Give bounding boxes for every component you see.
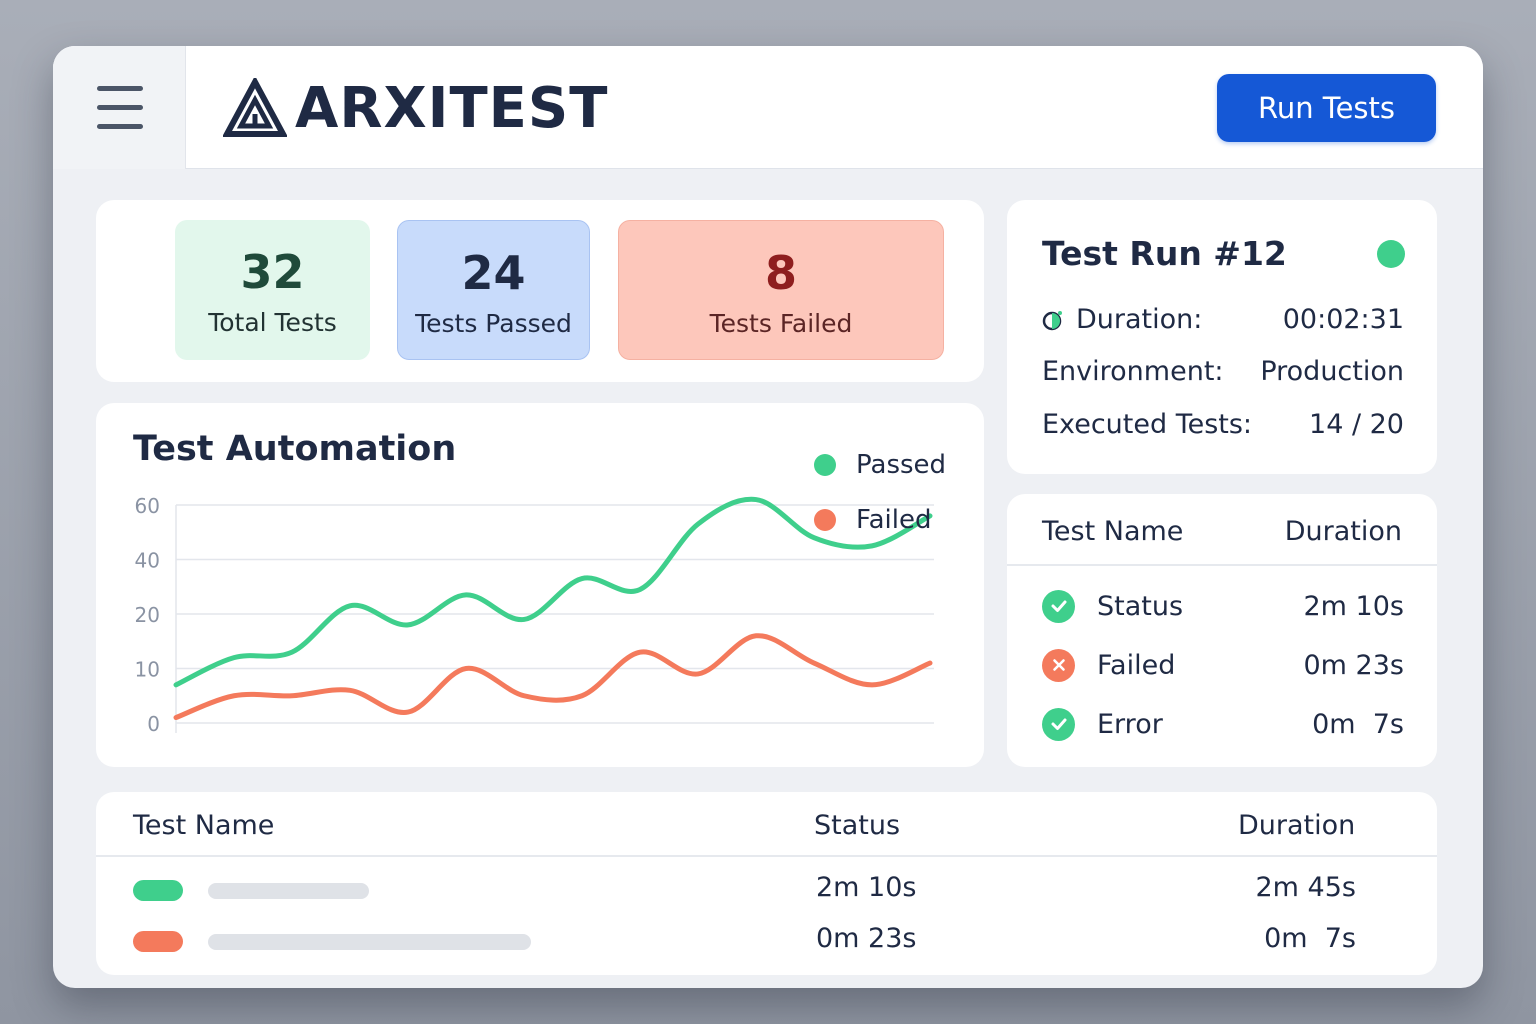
list-item[interactable]: Error 0m 7s: [1042, 704, 1404, 744]
run-row-key: Duration:: [1076, 304, 1203, 335]
stat-tests-failed: 8 Tests Failed: [618, 220, 944, 360]
legend-dot-passed: [814, 453, 836, 476]
check-icon: [1042, 707, 1075, 741]
run-row-duration: Duration: 00:02:31: [1042, 304, 1404, 335]
legend-item-passed: Passed: [814, 437, 946, 492]
y-tick-label: 10: [135, 658, 160, 682]
header-test-name: Test Name: [1042, 516, 1184, 547]
run-row-value: 00:02:31: [1282, 304, 1404, 335]
stopwatch-icon: [1042, 310, 1062, 330]
logo-text: ARXITEST: [295, 75, 609, 141]
logo: ARXITEST: [223, 75, 609, 141]
top-bar: ARXITEST Run Tests: [53, 46, 1483, 169]
table-row[interactable]: 2m 10s 2m 45s: [96, 870, 1437, 910]
y-tick-label: 20: [135, 603, 160, 627]
header-test-name: Test Name: [133, 810, 275, 841]
stats-card: 32 Total Tests 24 Tests Passed 8 Tests F…: [96, 200, 984, 382]
logo-triangle-icon: [223, 78, 287, 137]
run-tests-button[interactable]: Run Tests: [1217, 74, 1436, 142]
list-item-duration: 0m 23s: [1303, 649, 1405, 681]
app-window: ARXITEST Run Tests 32 Total Tests 24 Tes…: [53, 46, 1483, 988]
legend-item-failed: Failed: [814, 492, 946, 547]
y-tick-label: 60: [135, 494, 160, 518]
list-item-name: Status: [1097, 590, 1184, 622]
list-item[interactable]: Failed 0m 23s: [1042, 645, 1404, 685]
stat-tests-passed: 24 Tests Passed: [397, 220, 590, 360]
row-status: 0m 23s: [816, 923, 917, 954]
row-duration: 2m 45s: [1255, 872, 1357, 903]
stat-label: Total Tests: [208, 308, 337, 337]
stat-value: 8: [764, 246, 797, 300]
run-row-key: Environment:: [1042, 356, 1224, 387]
legend-dot-failed: [814, 508, 836, 531]
placeholder-bar: [208, 934, 531, 950]
stat-label: Tests Failed: [709, 309, 853, 338]
stat-value: 32: [240, 245, 305, 299]
series-line-failed: [173, 633, 933, 721]
menu-area: [53, 46, 186, 169]
list-item-name: Error: [1097, 708, 1163, 740]
y-tick-label: 0: [147, 712, 160, 736]
list-item-duration: 2m 10s: [1303, 590, 1405, 622]
test-run-card: Test Run #12 Duration: 00:02:31 Environm…: [1007, 200, 1437, 474]
legend-label: Failed: [856, 504, 932, 535]
run-row-value: Production: [1260, 356, 1404, 387]
stat-total-tests: 32 Total Tests: [175, 220, 370, 360]
header-duration: Duration: [1284, 516, 1402, 547]
run-row-value: 14 / 20: [1309, 409, 1404, 440]
chart-card: 60 40 20 10 0 Test Automation Passed Failed: [96, 403, 984, 767]
status-pill: [133, 880, 183, 901]
check-icon: [1042, 589, 1075, 623]
placeholder-bar: [208, 883, 369, 899]
mini-table-header: Test Name Duration: [1007, 494, 1437, 566]
test-run-title: Test Run #12: [1042, 234, 1287, 273]
chart-title: Test Automation: [133, 429, 457, 469]
y-tick-label: 40: [135, 549, 160, 573]
list-item[interactable]: Status 2m 10s: [1042, 586, 1404, 626]
run-row-key: Executed Tests:: [1042, 409, 1253, 440]
results-table-header: Test Name Status Duration: [96, 792, 1437, 857]
test-duration-card: Test Name Duration Status 2m 10s Failed …: [1007, 494, 1437, 767]
chart-legend: Passed Failed: [814, 437, 946, 547]
run-row-executed: Executed Tests: 14 / 20: [1042, 409, 1404, 440]
row-status: 2m 10s: [816, 872, 917, 903]
table-row[interactable]: 0m 23s 0m 7s: [96, 921, 1437, 961]
run-row-environment: Environment: Production: [1042, 356, 1404, 387]
stat-value: 24: [461, 246, 526, 300]
status-pill: [133, 931, 183, 952]
hamburger-menu-icon[interactable]: [97, 86, 143, 130]
x-icon: [1042, 648, 1075, 682]
stat-label: Tests Passed: [415, 309, 572, 338]
list-item-name: Failed: [1097, 649, 1176, 681]
header-status: Status: [814, 810, 901, 841]
header-duration: Duration: [1238, 810, 1356, 841]
results-table-card: Test Name Status Duration 2m 10s 2m 45s …: [96, 792, 1437, 975]
list-item-duration: 0m 7s: [1312, 708, 1404, 740]
run-status-indicator: [1377, 240, 1405, 268]
row-duration: 0m 7s: [1264, 923, 1356, 954]
legend-label: Passed: [856, 449, 947, 480]
